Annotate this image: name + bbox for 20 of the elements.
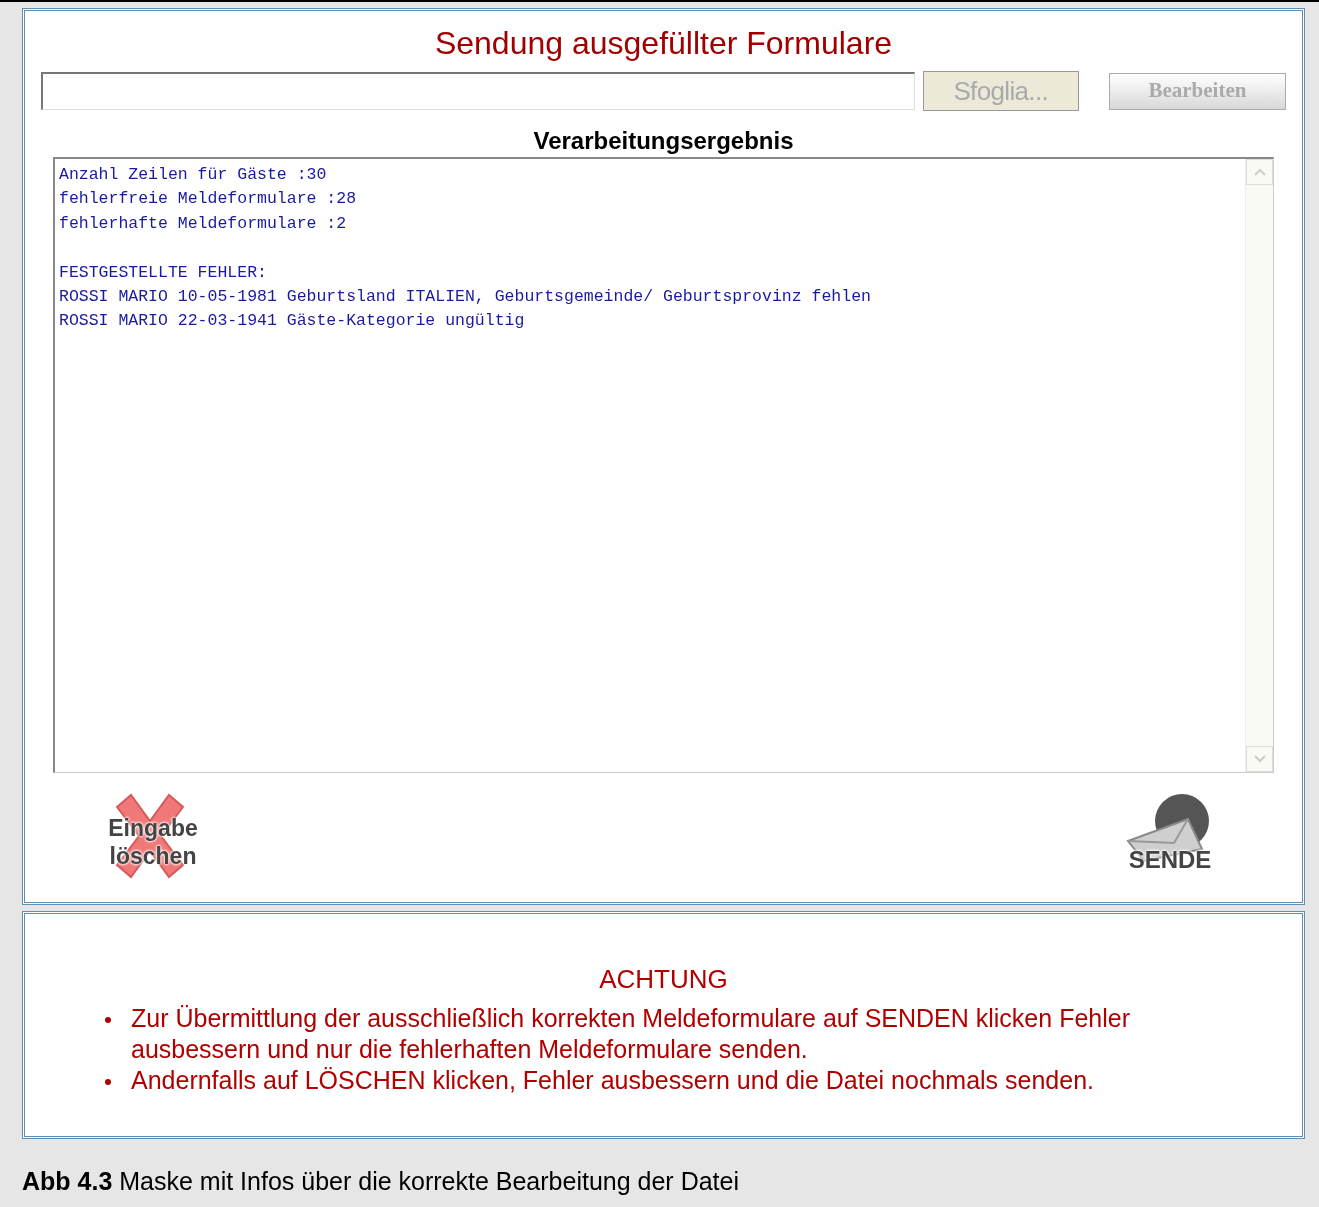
bullet-icon [105, 1079, 111, 1085]
result-line: fehlerhafte Meldeformulare :2 [59, 212, 347, 235]
bullet-icon [105, 1017, 111, 1023]
notice-title: ACHTUNG [599, 964, 728, 994]
scrollbar[interactable] [1245, 159, 1273, 772]
result-textarea[interactable] [53, 157, 1274, 773]
notice-text: Andernfalls auf LÖSCHEN klicken, Fehler ausbessern und die Datei nochmals senden. [131, 1065, 1094, 1096]
scroll-up-icon[interactable] [1246, 159, 1273, 185]
file-input-field[interactable] [41, 72, 915, 110]
figure-caption: Abb 4.3 Maske mit Infos über die korrekte Bearbeitung der Datei [22, 1167, 739, 1195]
result-line: fehlerfreie Meldeformulare :28 [59, 188, 357, 211]
result-line: ROSSI MARIO 22-03-1941 Gäste-Kategorie ungültig [59, 310, 525, 333]
form-title: Sendung ausgefüllter Formulare [434, 25, 893, 61]
scroll-down-icon[interactable] [1246, 746, 1273, 772]
result-line: Anzahl Zeilen für Gäste :30 [59, 164, 327, 186]
notice-text: Zur Übermittlung der ausschließlich korrekten Meldeformulare auf SENDEN klicken Fehler ausbessern und nur die fehlerhaften Meldeformulare senden. [131, 1003, 1131, 1065]
result-line: ROSSI MARIO 10-05-1981 Geburtsland ITALIEN, Geburtsgemeinde/ Geburtsprovinz fehlen [59, 286, 871, 308]
result-line: FESTGESTELLTE FEHLER: [59, 261, 267, 284]
result-heading: Verarbeitungsergebnis [533, 127, 794, 154]
send-button[interactable]: SENDE [1120, 791, 1220, 881]
